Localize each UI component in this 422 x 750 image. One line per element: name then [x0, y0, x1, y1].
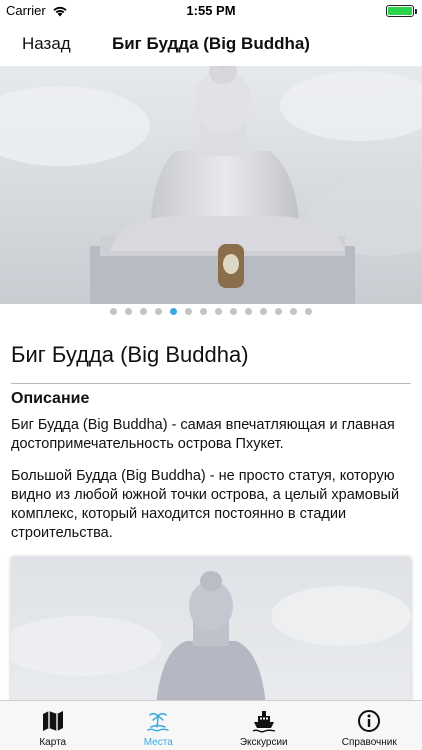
page-dot[interactable]: [200, 308, 207, 315]
page-dot[interactable]: [275, 308, 282, 315]
page-dot[interactable]: [245, 308, 252, 315]
ship-icon: [251, 708, 277, 734]
navigation-bar: Назад Биг Будда (Big Buddha): [0, 22, 422, 66]
status-time: 1:55 PM: [186, 3, 236, 18]
section-title-description: Описание: [11, 390, 90, 407]
page-dot[interactable]: [155, 308, 162, 315]
map-icon: [40, 708, 66, 734]
tab-reference[interactable]: Справочник: [317, 701, 422, 750]
tab-places-label: Места: [143, 737, 173, 748]
gallery-image[interactable]: [0, 66, 422, 304]
tab-map-label: Карта: [39, 737, 67, 748]
page-dot[interactable]: [140, 308, 147, 315]
page-dot[interactable]: [230, 308, 237, 315]
tab-places[interactable]: Места: [106, 701, 212, 750]
page-dot[interactable]: [215, 308, 222, 315]
info-icon: [356, 708, 382, 734]
description-paragraph-2: Большой Будда (Big Buddha) - не просто с…: [11, 468, 400, 541]
nav-title: Биг Будда (Big Buddha): [112, 34, 310, 53]
tab-map[interactable]: Карта: [0, 701, 106, 750]
tab-excursions-label: Экскурсии: [239, 737, 288, 748]
divider: [11, 383, 411, 384]
page-dot[interactable]: [110, 308, 117, 315]
page-dot[interactable]: [260, 308, 267, 315]
battery-icon: [386, 5, 417, 17]
buddha-photo: [0, 66, 422, 304]
tab-reference-label: Справочник: [341, 737, 397, 748]
battery-level: [388, 7, 412, 15]
page-dot[interactable]: [170, 308, 177, 315]
tab-bar: Карта Места Экскурсии Справочник: [0, 700, 422, 750]
place-title: Биг Будда (Big Buddha): [11, 342, 249, 367]
content-photo[interactable]: [11, 556, 411, 706]
tab-excursions[interactable]: Экскурсии: [211, 701, 317, 750]
page-dot[interactable]: [125, 308, 132, 315]
page-indicator[interactable]: [0, 308, 422, 318]
buddha-photo-2: [11, 556, 411, 706]
page-dot[interactable]: [290, 308, 297, 315]
status-bar: Carrier 1:55 PM: [0, 0, 422, 22]
page-dot[interactable]: [185, 308, 192, 315]
palm-island-icon: [145, 708, 171, 734]
page-dot[interactable]: [305, 308, 312, 315]
description-paragraph-1: Биг Будда (Big Buddha) - самая впечатляю…: [11, 417, 395, 452]
